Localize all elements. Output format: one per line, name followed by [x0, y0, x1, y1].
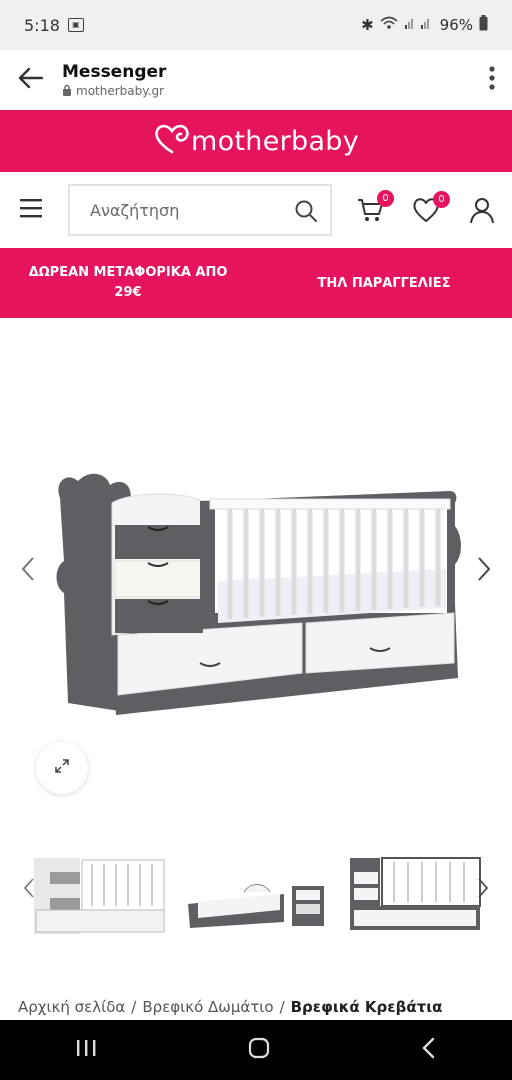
home-icon[interactable]: [247, 1036, 271, 1064]
breadcrumb: Αρχική σελίδα / Βρεφικό Δωμάτιο / Βρεφικά Κρ…: [18, 998, 442, 1016]
android-nav-bar: [0, 1020, 512, 1080]
browser-url-text: motherbaby.gr: [76, 84, 165, 98]
heart-logo-icon[interactable]: [153, 122, 191, 160]
thumb-next-arrow-icon[interactable]: [478, 878, 489, 902]
cart-icon[interactable]: 0: [356, 190, 394, 224]
user-account-icon[interactable]: [468, 196, 496, 224]
site-logo[interactable]: motherbaby: [191, 126, 359, 157]
bluetooth-icon: ✱: [361, 16, 374, 34]
back-arrow-icon[interactable]: [16, 66, 44, 94]
status-right: ✱ 96%: [361, 15, 488, 35]
breadcrumb-nursery[interactable]: Βρεφικό Δωμάτιο: [142, 998, 273, 1016]
phone-orders-promo[interactable]: ΤΗΛ ΠΑΡΑΓΓΕΛΙΕΣ: [256, 276, 512, 291]
lock-icon: [62, 84, 72, 99]
promo-bar: ΔΩΡΕΑΝ ΜΕΤΑΦΟΡΙΚΑ ΑΠΟ 29€ ΤΗΛ ΠΑΡΑΓΓΕΛΙΕ…: [0, 248, 512, 318]
thumbnail-1[interactable]: [30, 848, 180, 938]
search-icon[interactable]: [294, 199, 318, 227]
breadcrumb-separator: /: [279, 998, 285, 1016]
breadcrumb-separator: /: [131, 998, 137, 1016]
product-gallery: [0, 318, 512, 838]
thumbnail-2[interactable]: [184, 848, 334, 938]
zoom-button[interactable]: [36, 742, 88, 794]
cart-count-badge: 0: [377, 190, 394, 207]
gallery-next-arrow-icon[interactable]: [476, 556, 492, 589]
wishlist-heart-icon[interactable]: 0: [412, 191, 450, 223]
gallery-prev-arrow-icon[interactable]: [20, 556, 36, 589]
free-shipping-promo[interactable]: ΔΩΡΕΑΝ ΜΕΤΑΦΟΡΙΚΑ ΑΠΟ 29€: [0, 263, 256, 303]
browser-title: Messenger: [62, 61, 167, 82]
thumbnail-3[interactable]: [346, 848, 496, 938]
product-main-image[interactable]: [50, 463, 470, 723]
battery-icon: [479, 15, 488, 35]
thumbnail-strip: [0, 838, 512, 948]
expand-icon: [54, 758, 70, 778]
hamburger-menu-icon[interactable]: [18, 197, 44, 219]
nav-bar: 0 0: [0, 172, 512, 248]
search-input[interactable]: [90, 200, 290, 220]
more-options-icon[interactable]: [488, 65, 496, 95]
back-icon[interactable]: [421, 1037, 437, 1063]
breadcrumb-home[interactable]: Αρχική σελίδα: [18, 998, 125, 1016]
browser-bar: Messenger motherbaby.gr: [0, 50, 512, 110]
logo-bar: motherbaby: [0, 110, 512, 172]
browser-title-wrap: Messenger motherbaby.gr: [62, 62, 488, 99]
status-bar: 5:18 ▣ ✱ 96%: [0, 0, 512, 50]
notification-icon: ▣: [67, 18, 84, 32]
signal-icon: [404, 16, 434, 34]
status-left: 5:18 ▣: [24, 16, 84, 35]
breadcrumb-current[interactable]: Βρεφικά Κρεβάτια: [291, 998, 443, 1016]
wishlist-count-badge: 0: [433, 191, 450, 208]
status-time: 5:18: [24, 15, 60, 35]
wifi-icon: [380, 16, 398, 34]
search-box[interactable]: [68, 184, 332, 236]
browser-url: motherbaby.gr: [62, 84, 488, 99]
battery-percent: 96%: [439, 16, 473, 34]
recent-apps-icon[interactable]: [75, 1038, 97, 1062]
